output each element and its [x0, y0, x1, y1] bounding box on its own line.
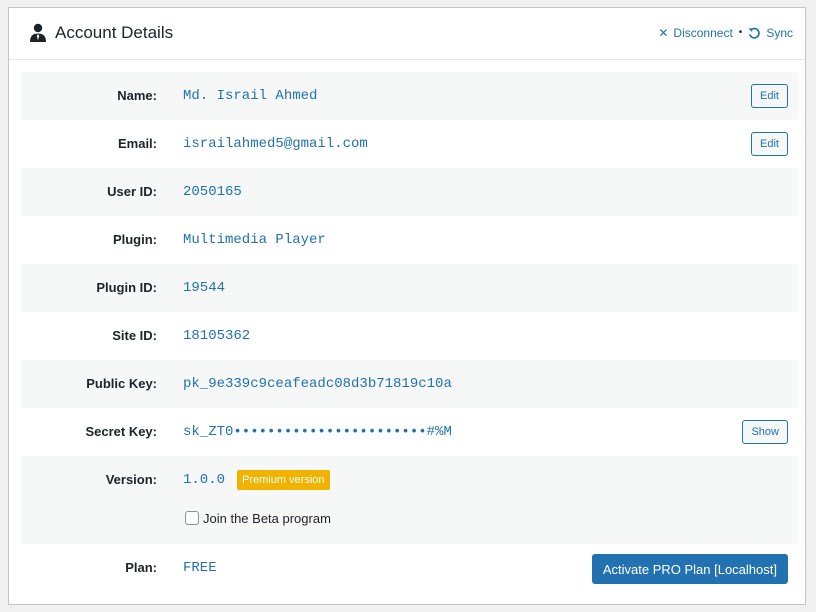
panel-header: Account Details ✕ Disconnect • Sync: [9, 8, 805, 60]
plan-label: Plan:: [125, 560, 157, 575]
plugin-id-value: 19544: [183, 280, 226, 296]
name-value: Md. Israil Ahmed: [183, 88, 318, 104]
secret-key-label: Secret Key:: [85, 424, 157, 439]
public-key-label: Public Key:: [86, 376, 157, 391]
user-id-label: User ID:: [107, 184, 157, 199]
x-icon: ✕: [658, 26, 669, 40]
user-icon: [30, 23, 46, 42]
account-details-table: Name: Md. Israil Ahmed Edit Email: israi…: [21, 72, 798, 592]
page-title: Account Details: [55, 23, 174, 42]
separator: •: [738, 27, 743, 38]
sync-link[interactable]: Sync: [748, 25, 793, 41]
disconnect-link[interactable]: ✕ Disconnect: [658, 25, 732, 41]
sync-icon: [748, 27, 761, 39]
premium-version-badge: Premium version: [237, 470, 330, 490]
row-plugin-id: Plugin ID: 19544: [21, 264, 798, 312]
beta-program-option[interactable]: Join the Beta program: [185, 508, 331, 528]
beta-program-label: Join the Beta program: [203, 510, 331, 526]
plan-value: FREE: [183, 560, 217, 576]
beta-program-checkbox[interactable]: [185, 511, 199, 525]
edit-name-button[interactable]: Edit: [751, 84, 788, 108]
row-secret-key: Secret Key: sk_ZT0••••••••••••••••••••••…: [21, 408, 798, 456]
account-details-panel: Account Details ✕ Disconnect • Sync Name…: [8, 7, 806, 605]
email-label: Email:: [117, 136, 157, 151]
public-key-value: pk_9e339c9ceafeadc08d3b71819c10a: [183, 376, 452, 392]
secret-key-value: sk_ZT0•••••••••••••••••••••••#%M: [183, 424, 452, 440]
edit-email-button[interactable]: Edit: [751, 132, 788, 156]
show-secret-key-button[interactable]: Show: [742, 420, 788, 444]
header-actions: ✕ Disconnect • Sync: [658, 25, 793, 41]
plugin-value: Multimedia Player: [183, 232, 326, 248]
row-name: Name: Md. Israil Ahmed Edit: [21, 72, 798, 120]
name-label: Name:: [117, 88, 157, 103]
plugin-id-label: Plugin ID:: [96, 280, 157, 295]
row-site-id: Site ID: 18105362: [21, 312, 798, 360]
row-public-key: Public Key: pk_9e339c9ceafeadc08d3b71819…: [21, 360, 798, 408]
email-value: israilahmed5@gmail.com: [183, 136, 368, 152]
plugin-label: Plugin:: [112, 232, 157, 247]
version-value: 1.0.0: [183, 472, 226, 488]
sync-label: Sync: [766, 26, 793, 40]
site-id-label: Site ID:: [112, 328, 157, 343]
row-user-id: User ID: 2050165: [21, 168, 798, 216]
row-version: Version: 1.0.0 Premium version Join the …: [21, 456, 798, 544]
version-label: Version:: [105, 472, 157, 487]
site-id-value: 18105362: [183, 328, 251, 344]
disconnect-label: Disconnect: [673, 26, 733, 40]
user-id-value: 2050165: [183, 184, 242, 200]
row-plugin: Plugin: Multimedia Player: [21, 216, 798, 264]
row-email: Email: israilahmed5@gmail.com Edit: [21, 120, 798, 168]
row-plan: Plan: FREE Activate PRO Plan [Localhost]: [21, 544, 798, 592]
activate-pro-plan-button[interactable]: Activate PRO Plan [Localhost]: [591, 554, 788, 584]
